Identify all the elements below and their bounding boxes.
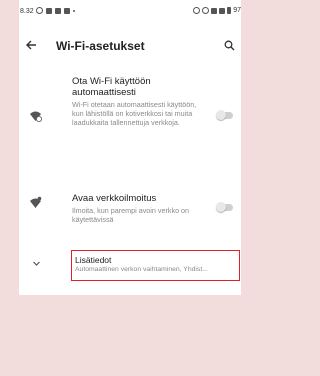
phone-screen: 8.32 97 Wi-Fi-asetukset Ota Wi-Fi käyttö… bbox=[19, 0, 241, 295]
open-network-title: Avaa verkkoilmoitus bbox=[72, 193, 157, 204]
open-network-notification-setting[interactable]: Avaa verkkoilmoitus Ilmoita, kun parempi… bbox=[19, 0, 241, 240]
chevron-down-icon bbox=[32, 255, 41, 273]
advanced-summary: Automaattinen verkon vaihtaminen, Yhdist… bbox=[75, 266, 208, 273]
open-network-toggle[interactable] bbox=[216, 202, 233, 212]
open-network-description: Ilmoita, kun parempi avoin verkko on käy… bbox=[72, 206, 190, 225]
advanced-title[interactable]: Lisätiedot bbox=[75, 255, 111, 265]
wifi-notification-icon bbox=[28, 195, 42, 209]
toggle-thumb bbox=[216, 202, 226, 212]
